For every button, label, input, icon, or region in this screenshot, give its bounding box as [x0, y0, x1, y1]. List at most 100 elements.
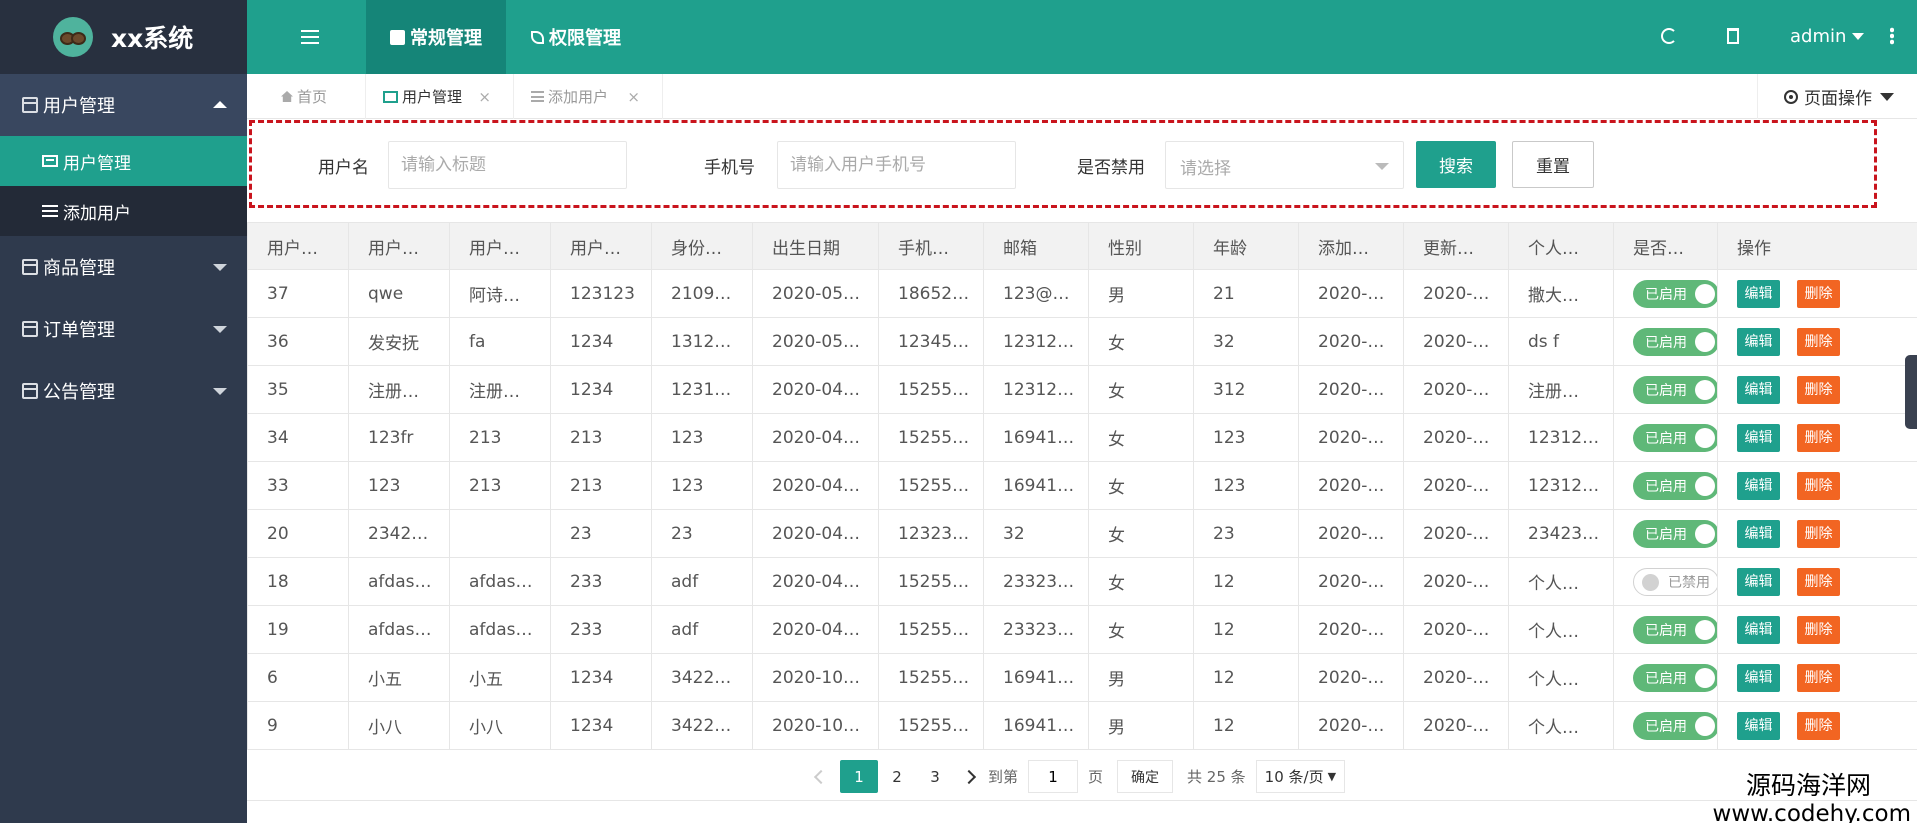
- column-header[interactable]: 用户…: [247, 222, 349, 270]
- edit-button[interactable]: 编辑: [1737, 279, 1780, 308]
- goto-confirm-button[interactable]: 确定: [1117, 760, 1174, 793]
- page-operations-dropdown[interactable]: 页面操作: [1757, 74, 1917, 119]
- page-size-select[interactable]: 10 条/页 ▼: [1255, 760, 1346, 793]
- edit-button[interactable]: 编辑: [1737, 663, 1780, 692]
- table-row[interactable]: 33 123 213 213 123 2020-04… 15255… 16941… 女 123 20…: [247, 461, 1917, 510]
- delete-button[interactable]: 删除: [1797, 711, 1840, 740]
- column-header[interactable]: 用户…: [449, 222, 551, 270]
- table-row[interactable]: 19 afdas… afdas… 233 adf 2020-04… 15255… 23323……: [247, 605, 1917, 654]
- disabled-select[interactable]: 请选择: [1165, 141, 1404, 189]
- column-header[interactable]: 手机…: [878, 222, 984, 270]
- sidebar-group-product-management[interactable]: 商品管理: [0, 236, 247, 298]
- table-cell: 12312…: [983, 365, 1089, 414]
- phone-input[interactable]: [777, 141, 1016, 189]
- sidebar-group-user-management[interactable]: 用户管理: [0, 74, 247, 136]
- delete-button[interactable]: 删除: [1797, 423, 1840, 452]
- page-number[interactable]: 2: [878, 760, 916, 793]
- edit-button[interactable]: 编辑: [1737, 375, 1780, 404]
- page-ops-label: 页面操作: [1804, 89, 1872, 109]
- enabled-toggle[interactable]: 已启用: [1633, 423, 1717, 452]
- page-tab-home[interactable]: 首页: [247, 74, 366, 119]
- delete-button[interactable]: 删除: [1797, 327, 1840, 356]
- page-number[interactable]: 3: [916, 760, 954, 793]
- enabled-toggle[interactable]: 已启用: [1633, 615, 1717, 644]
- delete-button[interactable]: 删除: [1797, 279, 1840, 308]
- delete-button[interactable]: 删除: [1797, 615, 1840, 644]
- close-icon[interactable]: ×: [478, 88, 491, 106]
- prev-page-icon[interactable]: [813, 769, 829, 784]
- user-menu[interactable]: admin: [1790, 26, 1865, 47]
- page-tab-add-user[interactable]: 添加用户 ×: [514, 74, 663, 119]
- page-number[interactable]: 1: [840, 760, 878, 793]
- goto-page-input[interactable]: [1028, 760, 1079, 793]
- column-header[interactable]: 年龄: [1193, 222, 1299, 270]
- edit-button[interactable]: 编辑: [1737, 423, 1780, 452]
- table-cell: 18652…: [878, 269, 984, 318]
- edit-button[interactable]: 编辑: [1737, 327, 1780, 356]
- enabled-toggle[interactable]: 已启用: [1633, 279, 1717, 308]
- column-header[interactable]: 身份…: [651, 222, 753, 270]
- top-header: 常规管理 权限管理 admin: [247, 0, 1917, 74]
- delete-button[interactable]: 删除: [1797, 567, 1840, 596]
- column-header[interactable]: 更新…: [1403, 222, 1509, 270]
- logo[interactable]: xx系统: [0, 0, 247, 74]
- tab-general-management[interactable]: 常规管理: [366, 0, 506, 74]
- delete-button[interactable]: 删除: [1797, 663, 1840, 692]
- trash-icon[interactable]: [1727, 28, 1739, 44]
- table-cell: 2020-…: [1403, 605, 1509, 654]
- edit-button[interactable]: 编辑: [1737, 615, 1780, 644]
- column-header[interactable]: 用户…: [348, 222, 450, 270]
- delete-button[interactable]: 删除: [1797, 519, 1840, 548]
- column-header[interactable]: 出生日期: [752, 222, 879, 270]
- table-cell: 2020-…: [1298, 653, 1404, 702]
- enabled-toggle[interactable]: 已启用: [1633, 663, 1717, 692]
- reset-button[interactable]: 重置: [1512, 141, 1594, 188]
- edit-button[interactable]: 编辑: [1737, 519, 1780, 548]
- table-row[interactable]: 34 123fr 213 213 123 2020-04… 15255… 16941… 女 123…: [247, 413, 1917, 462]
- search-button[interactable]: 搜索: [1416, 141, 1496, 188]
- table-row[interactable]: 18 afdas… afdas… 233 adf 2020-04… 15255… 23323……: [247, 557, 1917, 606]
- table-row[interactable]: 20 2342… 23 23 2020-04… 12323… 32 女 23 2020-… 2020…: [247, 509, 1917, 558]
- enabled-toggle[interactable]: 已启用: [1633, 471, 1717, 500]
- column-header[interactable]: 用户…: [550, 222, 652, 270]
- search-form: 用户名 手机号 是否禁用 请选择 搜索 重置: [249, 120, 1877, 208]
- column-header[interactable]: 是否…: [1613, 222, 1718, 270]
- sidebar-group-order-management[interactable]: 订单管理: [0, 298, 247, 360]
- close-icon[interactable]: ×: [627, 88, 640, 106]
- table-cell: 2020-…: [1298, 317, 1404, 366]
- sidebar-item-user-management[interactable]: 用户管理: [0, 136, 247, 186]
- scroll-handle[interactable]: [1905, 355, 1917, 429]
- table-cell: 32: [1193, 317, 1299, 366]
- username-input[interactable]: [388, 141, 627, 189]
- menu-icon[interactable]: [301, 30, 319, 44]
- column-header[interactable]: 添加…: [1298, 222, 1404, 270]
- column-header[interactable]: 个人…: [1508, 222, 1614, 270]
- column-header[interactable]: 操作: [1717, 222, 1917, 270]
- sidebar-group-notice-management[interactable]: 公告管理: [0, 360, 247, 422]
- page-tab-user-management[interactable]: 用户管理 ×: [366, 74, 514, 119]
- tab-permission-management[interactable]: 权限管理: [531, 0, 621, 74]
- enabled-toggle[interactable]: 已启用: [1633, 519, 1717, 548]
- edit-button[interactable]: 编辑: [1737, 711, 1780, 740]
- enabled-toggle[interactable]: 已启用: [1633, 711, 1717, 740]
- enabled-toggle[interactable]: 已禁用: [1633, 567, 1717, 596]
- delete-button[interactable]: 删除: [1797, 471, 1840, 500]
- sidebar-group-label: 公告管理: [43, 382, 115, 403]
- column-header[interactable]: 邮箱: [983, 222, 1089, 270]
- more-icon[interactable]: [1890, 27, 1894, 45]
- table-row[interactable]: 36 发安抚 fa 1234 1312… 2020-05… 12345… 12312… 女 32 2…: [247, 317, 1917, 366]
- sidebar-item-add-user[interactable]: 添加用户: [0, 186, 247, 236]
- edit-button[interactable]: 编辑: [1737, 567, 1780, 596]
- edit-button[interactable]: 编辑: [1737, 471, 1780, 500]
- table-cell: 2020-…: [1403, 269, 1509, 318]
- column-header[interactable]: 性别: [1088, 222, 1194, 270]
- enabled-toggle[interactable]: 已启用: [1633, 327, 1717, 356]
- refresh-icon[interactable]: [1661, 28, 1677, 44]
- table-row[interactable]: 35 注册… 注册… 1234 1231… 2020-04… 15255… 12312… 女 31…: [247, 365, 1917, 414]
- table-row[interactable]: 6 小五 小五 1234 3422… 2020-10… 15255… 16941… 男 12 202…: [247, 653, 1917, 702]
- table-row[interactable]: 37 qwe 阿诗… 123123 2109… 2020-05… 18652… 123@… 男 2…: [247, 269, 1917, 318]
- delete-button[interactable]: 删除: [1797, 375, 1840, 404]
- next-page-icon[interactable]: [961, 769, 977, 784]
- enabled-toggle[interactable]: 已启用: [1633, 375, 1717, 404]
- table-row[interactable]: 9 小八 小八 1234 3422… 2020-10… 15255… 16941… 男 12 202…: [247, 701, 1917, 750]
